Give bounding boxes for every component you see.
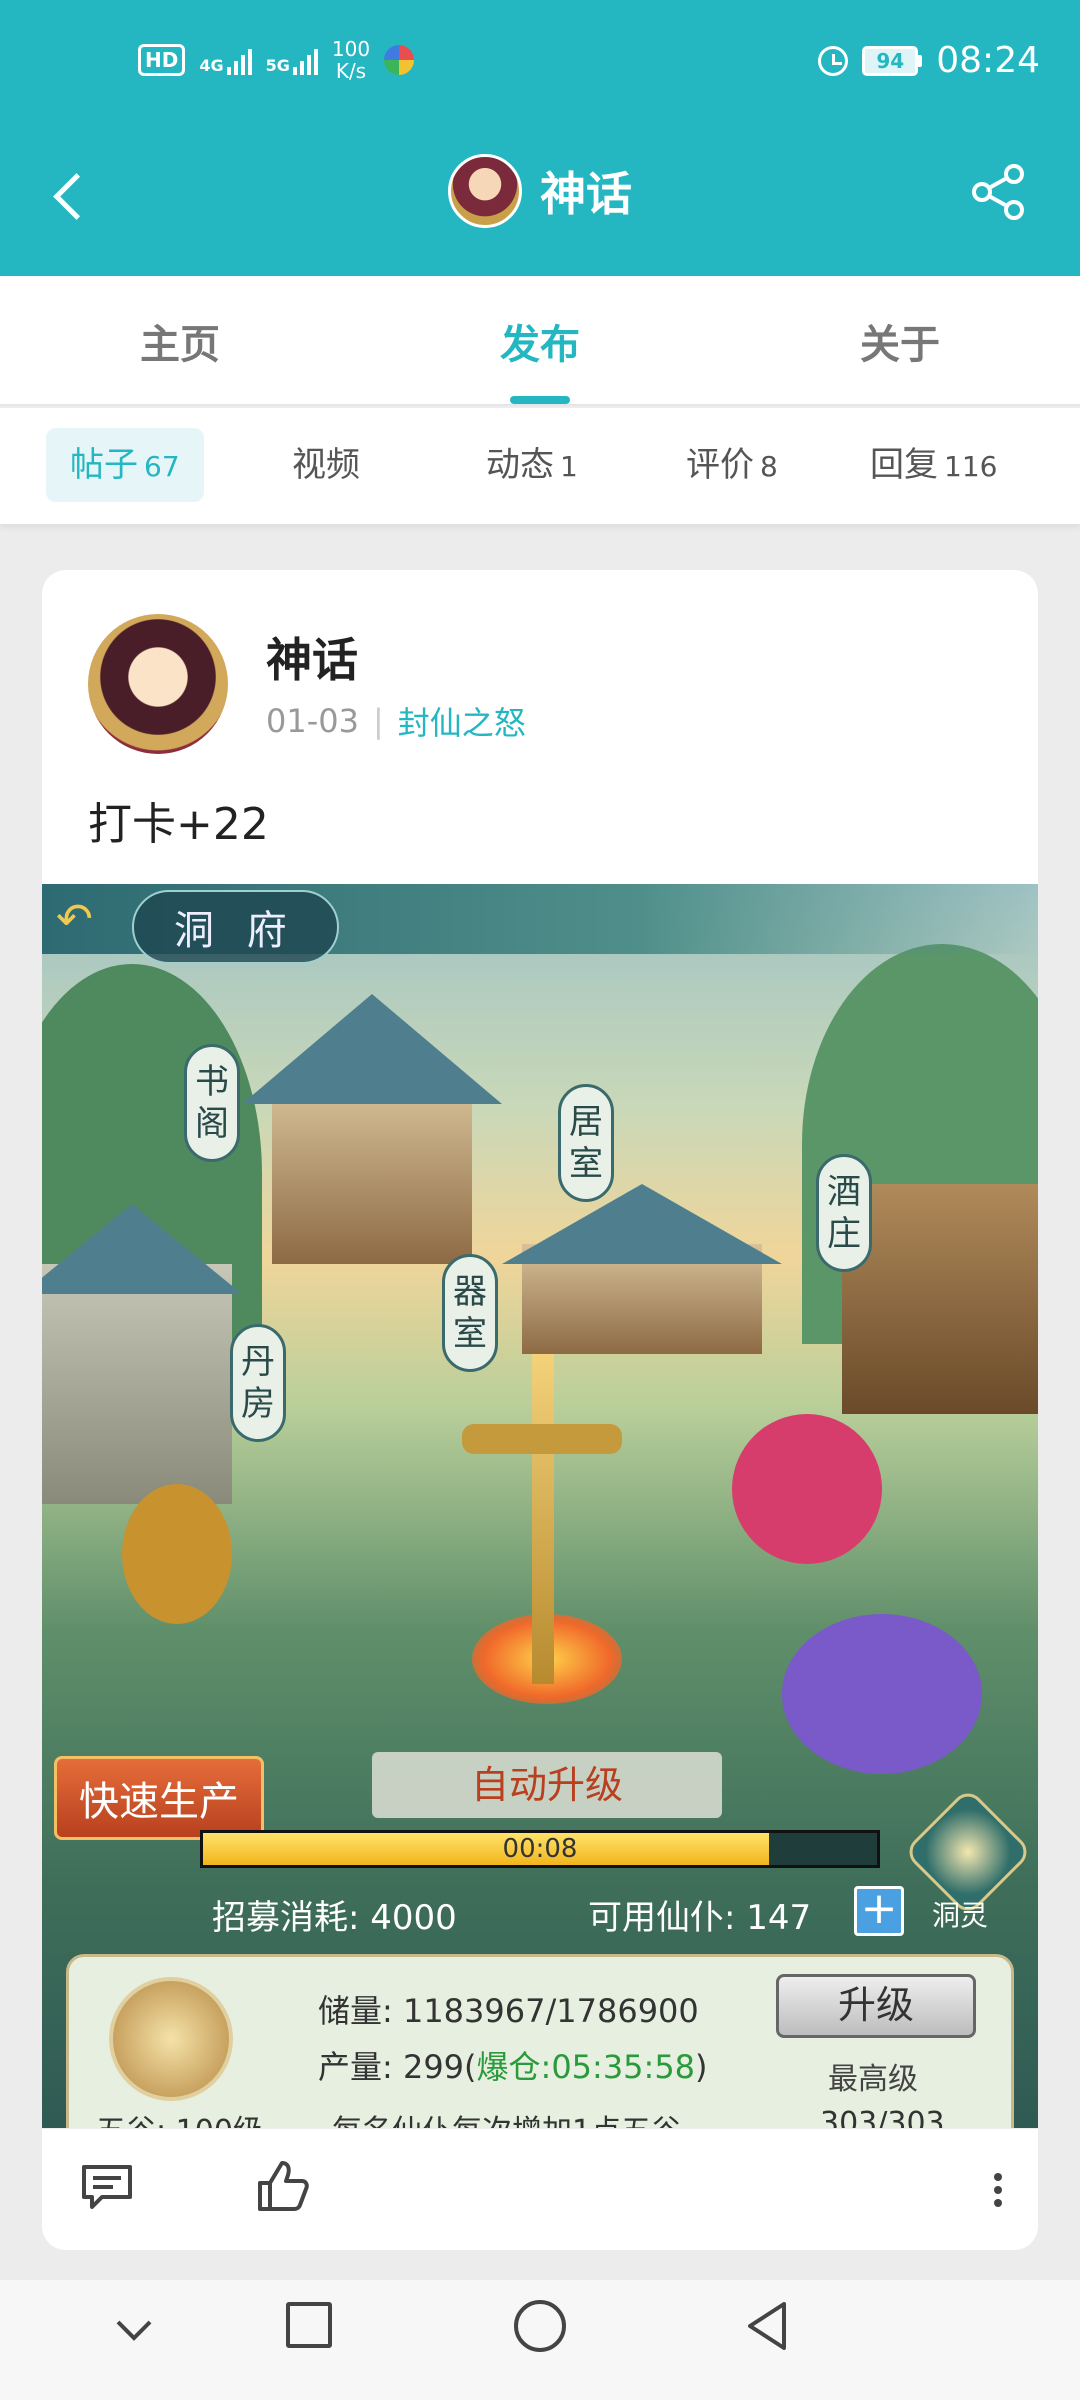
- network-speed: 100 K/s: [331, 37, 371, 83]
- game-upgrade-button: 升级: [776, 1974, 976, 2038]
- post-image[interactable]: ↶ 洞 府 书阁 居室 酒庄 器室 丹房 快速生产 自动升级 00:08 招募消…: [42, 884, 1038, 2128]
- battery-icon: 94: [862, 45, 923, 76]
- avatar[interactable]: [88, 614, 228, 754]
- game-back-icon: ↶: [56, 894, 93, 945]
- scenery-sword: [532, 1354, 554, 1684]
- game-auto-upgrade: 自动升级: [372, 1752, 722, 1818]
- post-game-link[interactable]: 封仙之怒: [398, 698, 526, 744]
- building-label: 书阁: [184, 1044, 240, 1162]
- signal-icon: [226, 45, 252, 75]
- app-notification-icon: [384, 45, 415, 75]
- scenery-roof: [502, 1184, 782, 1264]
- alarm-icon: [818, 45, 849, 76]
- system-navigation-bar: [0, 2280, 1080, 2400]
- tab-home[interactable]: 主页: [80, 312, 280, 370]
- game-production: 产量: 299(爆仓:05:35:58): [318, 2048, 708, 2086]
- main-tabs: 主页 发布 关于: [0, 276, 1080, 406]
- game-grain-icon: [109, 1977, 233, 2101]
- share-icon[interactable]: [968, 160, 1032, 224]
- scenery-cauldron: [122, 1484, 232, 1624]
- chevron-down-icon[interactable]: [112, 2308, 156, 2352]
- hd-indicator: HD: [138, 44, 186, 76]
- game-available-servants: 可用仙仆: 147: [588, 1898, 812, 1938]
- tab-about[interactable]: 关于: [800, 312, 1000, 370]
- tab-posts[interactable]: 发布: [440, 312, 640, 370]
- more-icon[interactable]: [988, 2163, 1008, 2217]
- scenery-sword-guard: [462, 1424, 622, 1454]
- scenery-roof: [242, 994, 502, 1104]
- game-bottom-row: 五谷: 100级 每名仙仆每次增加1点五谷 303/303: [82, 2106, 1012, 2128]
- building-label: 居室: [558, 1084, 614, 1202]
- avatar[interactable]: [448, 154, 522, 228]
- building-label: 酒庄: [816, 1154, 872, 1272]
- post-meta: 01-03 | 封仙之怒: [266, 698, 526, 744]
- post-date: 01-03: [266, 702, 359, 740]
- post-actions: [42, 2128, 1038, 2250]
- app-header: HD 4G 5G 100 K/s 94 08:24 神话: [0, 0, 1080, 276]
- scenery-building: [42, 1264, 232, 1504]
- subtab-posts[interactable]: 帖子 67: [46, 428, 204, 502]
- page-title: 神话: [540, 167, 632, 221]
- like-icon[interactable]: [256, 2159, 310, 2213]
- game-max-level: 最高级: [828, 2062, 918, 2097]
- game-grain-desc: 每名仙仆每次增加1点五谷: [332, 2106, 681, 2128]
- status-bar: HD 4G 5G 100 K/s 94 08:24: [0, 0, 1080, 130]
- game-title: 洞 府: [132, 890, 339, 964]
- clock: 08:24: [936, 40, 1040, 81]
- post-text: 打卡+22: [88, 799, 269, 850]
- game-progress-bar: 00:08: [200, 1830, 880, 1868]
- sub-tabs: 帖子 67 视频 动态 1 评价 8 回复 116: [0, 408, 1080, 524]
- meta-separator: |: [372, 702, 384, 740]
- post-card[interactable]: 神话 01-03 | 封仙之怒 打卡+22 ↶ 洞 府 书阁 居室 酒庄 器室 …: [42, 570, 1038, 2250]
- scenery-blossom: [782, 1614, 982, 1774]
- signal-icon: [292, 45, 318, 75]
- home-button[interactable]: [514, 2300, 566, 2352]
- game-servant-count: 303/303: [820, 2106, 945, 2128]
- post-author[interactable]: 神话: [266, 624, 358, 690]
- battery-level: 94: [862, 45, 919, 76]
- recents-button[interactable]: [286, 2302, 332, 2348]
- subtab-activity[interactable]: 动态 1: [462, 428, 602, 502]
- network-indicator-1: 4G: [199, 45, 252, 75]
- scenery-blossom: [732, 1414, 882, 1564]
- game-progress-text: 00:08: [502, 1834, 578, 1864]
- game-stock: 储量: 1183967/1786900: [318, 1992, 699, 2030]
- game-recruit-cost: 招募消耗: 4000: [212, 1898, 457, 1938]
- scenery-building: [272, 1084, 472, 1264]
- game-dongling-label: 洞灵: [932, 1899, 989, 1932]
- network-indicator-2: 5G: [266, 45, 318, 75]
- subtab-reviews[interactable]: 评价 8: [662, 428, 802, 502]
- comment-icon[interactable]: [80, 2163, 134, 2211]
- subtab-replies[interactable]: 回复 116: [846, 428, 1021, 502]
- game-quick-produce: 快速生产: [54, 1756, 264, 1840]
- tab-indicator: [510, 396, 570, 404]
- system-back-button[interactable]: [742, 2300, 794, 2352]
- game-plus-icon: +: [854, 1886, 904, 1936]
- navigation-bar: 神话: [0, 130, 1080, 276]
- building-label: 丹房: [230, 1324, 286, 1442]
- building-label: 器室: [442, 1254, 498, 1372]
- game-grain-level: 五谷: 100级: [96, 2106, 263, 2128]
- subtab-videos[interactable]: 视频: [268, 428, 390, 502]
